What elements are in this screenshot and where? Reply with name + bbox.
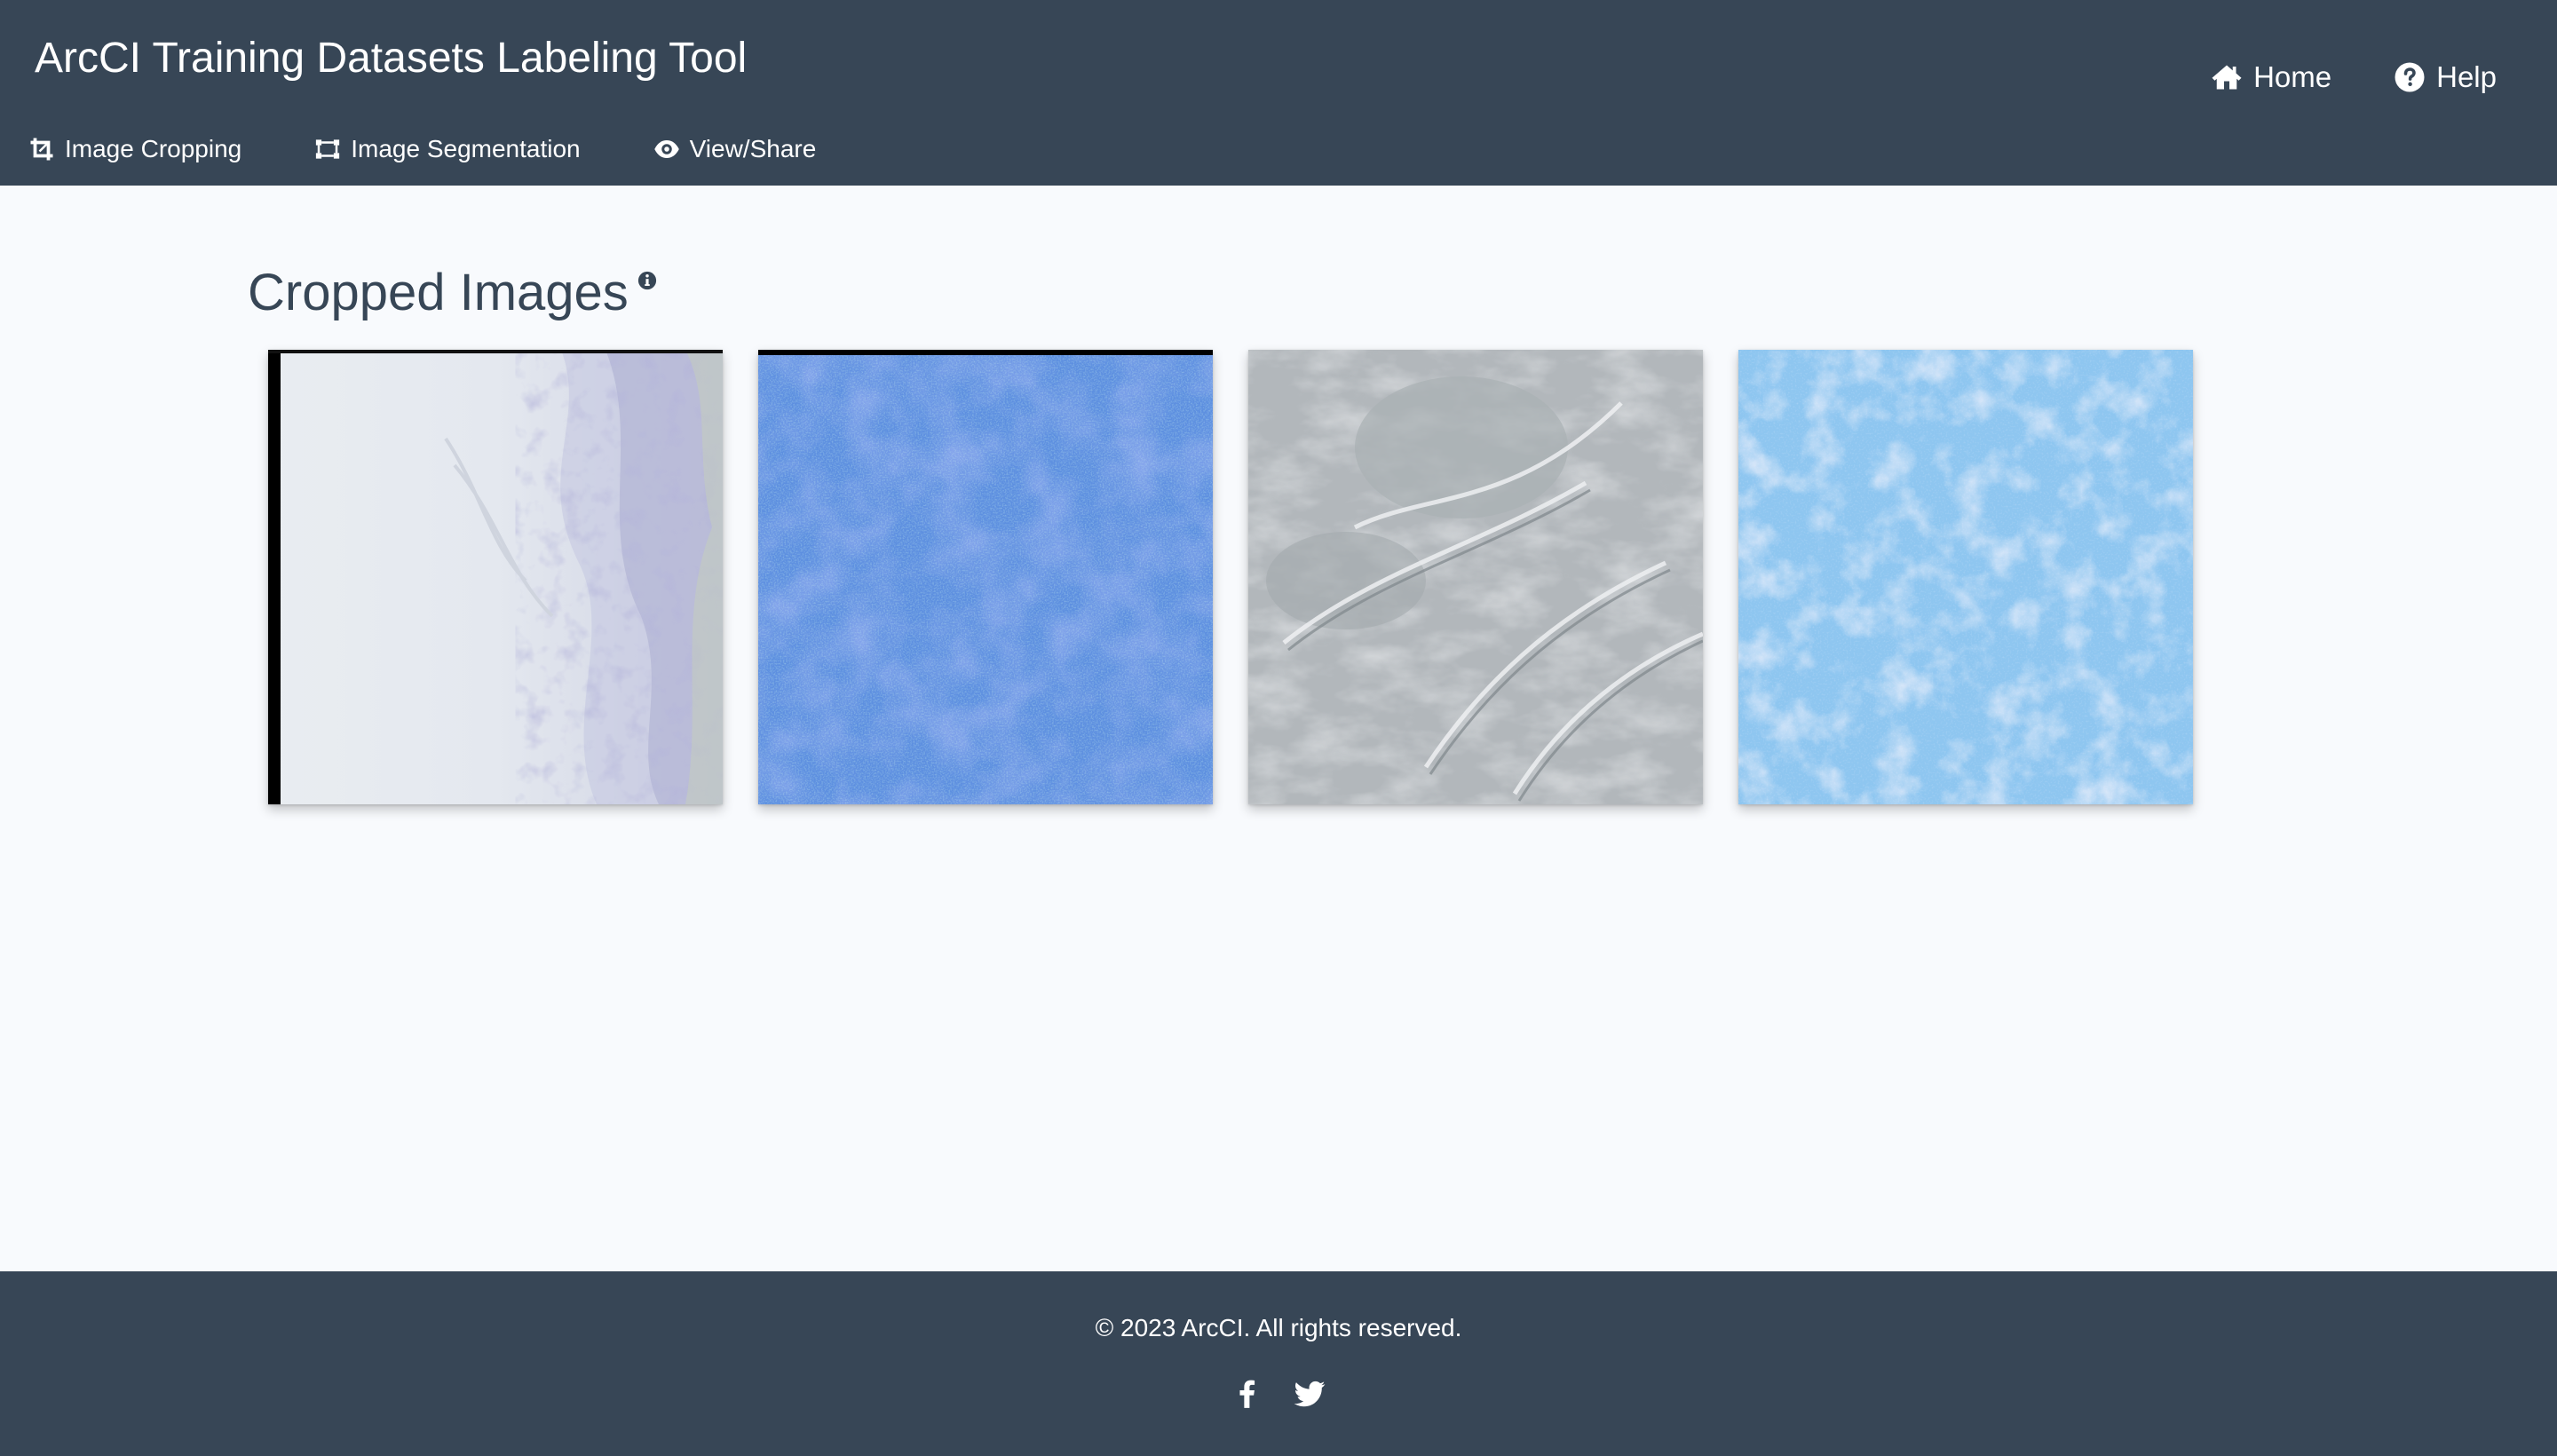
main-content: Cropped Images: [0, 186, 2557, 1271]
social-links: [0, 1376, 2557, 1412]
cropped-image-thumbnail[interactable]: [758, 350, 1213, 804]
nav-image-cropping[interactable]: Image Cropping: [28, 131, 241, 167]
facebook-link[interactable]: [1230, 1376, 1265, 1412]
info-circle-icon[interactable]: [637, 271, 657, 290]
twitter-icon: [1294, 1381, 1326, 1407]
nav-view-share-label: View/Share: [689, 135, 817, 162]
segmentation-icon: [316, 139, 340, 159]
cropped-image-gallery: [268, 350, 2193, 804]
nav-image-segmentation-label: Image Segmentation: [351, 135, 581, 162]
nav-view-share[interactable]: View/Share: [653, 131, 817, 167]
cropped-image-2: [758, 350, 1213, 804]
app-title: ArcCI Training Datasets Labeling Tool: [35, 35, 748, 82]
tool-nav: Image Cropping Image Segmentation View/S…: [28, 131, 816, 167]
page-title: Cropped Images: [248, 264, 629, 321]
question-circle-icon: [2395, 62, 2425, 92]
home-link-label: Home: [2253, 60, 2332, 93]
help-link[interactable]: Help: [2394, 55, 2497, 99]
copyright-text: © 2023 ArcCI. All rights reserved.: [1095, 1314, 1462, 1341]
cropped-image-thumbnail[interactable]: [268, 350, 723, 804]
page-footer: © 2023 ArcCI. All rights reserved.: [0, 1271, 2557, 1456]
nav-image-cropping-label: Image Cropping: [65, 135, 242, 162]
nav-image-segmentation[interactable]: Image Segmentation: [314, 131, 581, 167]
help-link-label: Help: [2436, 60, 2497, 93]
cropped-image-thumbnail[interactable]: [1738, 350, 2193, 804]
cropped-image-3: [1248, 350, 1703, 804]
eye-icon: [653, 140, 679, 158]
section-heading: Cropped Images: [248, 257, 657, 329]
app-header: ArcCI Training Datasets Labeling Tool Ho…: [0, 0, 2557, 186]
cropped-image-1: [268, 350, 723, 804]
home-icon: [2212, 65, 2242, 90]
top-nav: Home Help: [2211, 55, 2497, 99]
facebook-icon: [1239, 1380, 1255, 1408]
twitter-link[interactable]: [1292, 1376, 1327, 1412]
cropped-image-4: [1738, 350, 2193, 804]
home-link[interactable]: Home: [2211, 55, 2331, 99]
crop-icon: [30, 138, 53, 161]
cropped-image-thumbnail[interactable]: [1248, 350, 1703, 804]
